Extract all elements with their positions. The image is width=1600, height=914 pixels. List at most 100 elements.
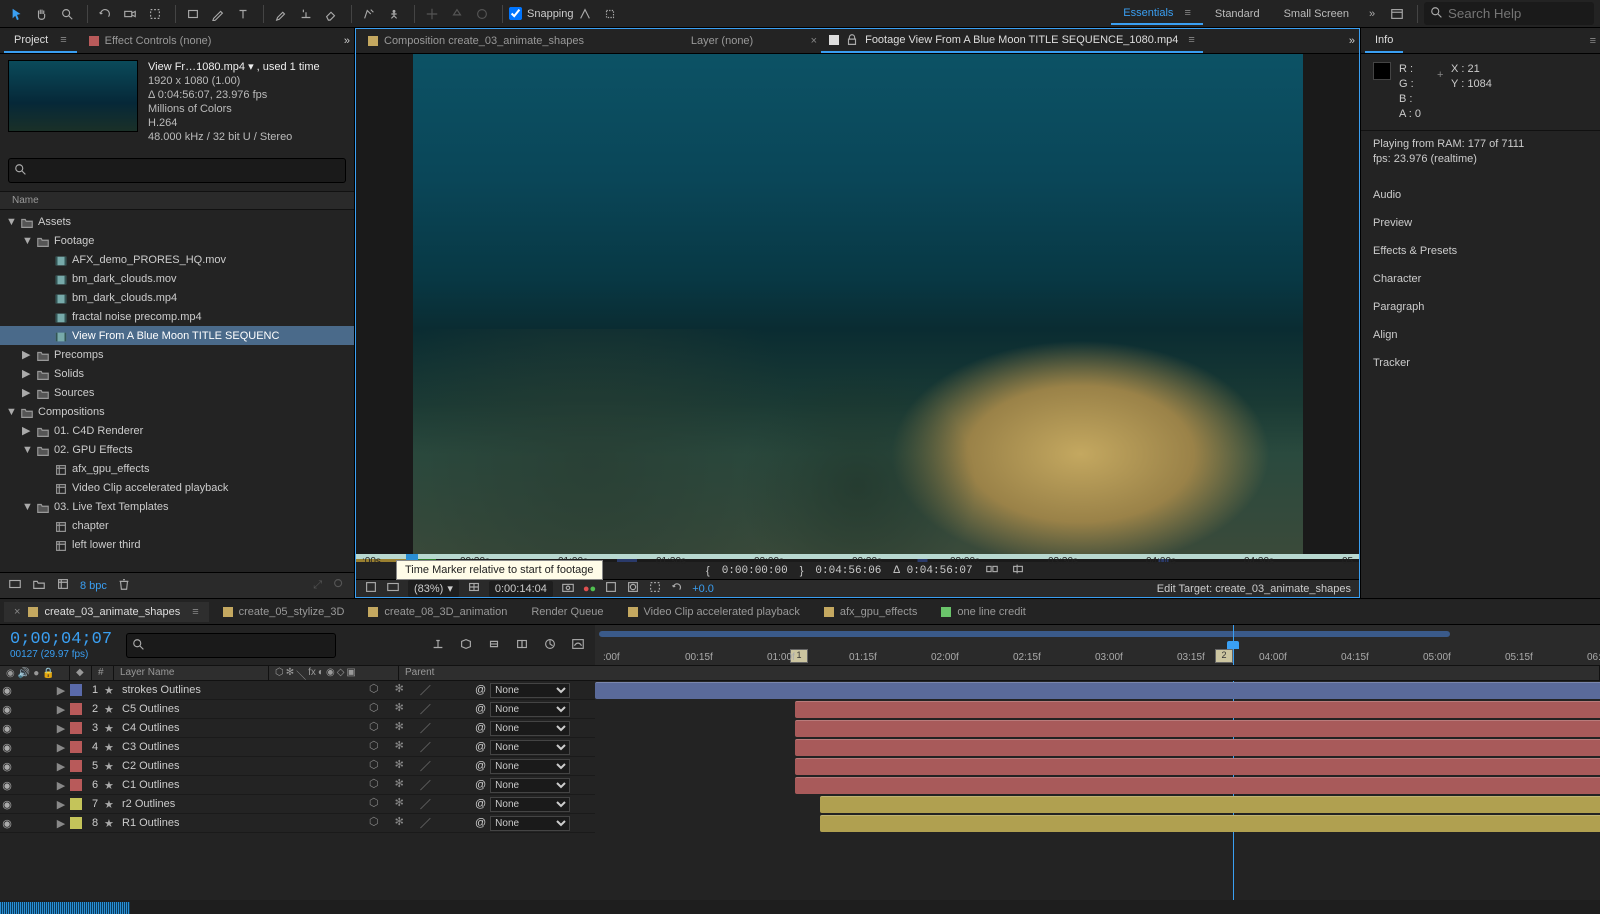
panel-overflow-icon[interactable]: » [344,35,350,47]
timeline-tab[interactable]: afx_gpu_effects [814,602,927,622]
draft3d-icon[interactable] [459,637,473,654]
layer-bar[interactable] [595,682,1600,699]
workspace-overflow-icon[interactable]: » [1361,3,1383,25]
timeline-layer[interactable]: ◉▶4★C3 Outlines⬡✻／@None [0,738,595,757]
tree-item[interactable]: ▼03. Live Text Templates [0,497,354,516]
tree-item[interactable]: bm_dark_clouds.mov [0,269,354,288]
ripple-insert-icon[interactable] [985,562,999,579]
shy-icon[interactable] [487,637,501,654]
type-tool-icon[interactable] [232,3,254,25]
twirl-icon[interactable]: ▶ [56,684,66,697]
tree-item[interactable]: afx_gpu_effects [0,459,354,478]
twirl-icon[interactable]: ▶ [56,760,66,773]
set-in-icon[interactable]: { [706,565,710,577]
timecode-display[interactable]: 0:00:14:04 [489,581,553,597]
set-out-icon[interactable]: } [800,565,804,577]
layer-bar[interactable] [820,796,1600,813]
rect-tool-icon[interactable] [182,3,204,25]
timeline-layer[interactable]: ◉▶7★r2 Outlines⬡✻／@None [0,795,595,814]
project-tab[interactable]: Project ≡ [4,29,77,53]
tree-item[interactable]: fractal noise precomp.mp4 [0,307,354,326]
reset-workspace-icon[interactable] [1386,3,1408,25]
visibility-toggle-icon[interactable]: ◉ [0,703,14,716]
local-axis-icon[interactable] [421,3,443,25]
layer-label[interactable] [70,798,82,810]
snapshot-icon[interactable] [561,580,575,597]
layer-label[interactable] [70,760,82,772]
close-tab-icon[interactable]: × [811,35,817,47]
delete-icon[interactable] [117,577,131,594]
twirl-icon[interactable]: ▶ [56,722,66,735]
timeline-timecode[interactable]: 0;00;04;07 [10,630,112,649]
search-icon[interactable] [332,577,346,594]
color-depth[interactable]: 8 bpc [80,580,107,592]
mask-icon[interactable] [626,580,640,597]
comp-mini-flowchart-icon[interactable] [431,637,445,654]
zoom-tool-icon[interactable] [56,3,78,25]
tree-item[interactable]: ▼Compositions [0,402,354,421]
world-axis-icon[interactable] [446,3,468,25]
collapsed-panel[interactable]: Effects & Presets [1361,237,1600,265]
new-folder-icon[interactable] [32,577,46,594]
timeline-tracks[interactable] [595,681,1600,900]
timeline-tab[interactable]: Render Queue [521,602,613,622]
search-help[interactable] [1424,2,1594,25]
layer-bar[interactable] [795,720,1600,737]
timeline-tab[interactable]: create_05_stylize_3D [213,602,355,622]
layer-label[interactable] [70,779,82,791]
parent-dropdown[interactable]: None [490,759,570,774]
layer-tab[interactable]: Layer (none) [683,31,761,51]
parent-dropdown[interactable]: None [490,702,570,717]
pickwhip-icon[interactable]: @ [475,760,486,772]
project-search-input[interactable] [8,158,346,183]
effect-controls-tab[interactable]: Effect Controls (none) [79,30,222,52]
label-col-icon[interactable]: ◆ [76,667,84,678]
interpret-footage-icon[interactable] [8,577,22,594]
asset-thumbnail[interactable] [8,60,138,132]
parent-dropdown[interactable]: None [490,683,570,698]
footage-ruler[interactable]: :00s00:30s01:00s01:30s02:00s02:30s03:00s… [356,554,1359,559]
overlay-edit-icon[interactable] [1011,562,1025,579]
collapsed-panel[interactable]: Preview [1361,209,1600,237]
composition-tab[interactable]: Composition create_03_animate_shapes [360,31,592,51]
pickwhip-icon[interactable]: @ [475,779,486,791]
workspace-small-screen[interactable]: Small Screen [1272,4,1361,24]
flowchart-icon[interactable]: ⤢ [313,579,322,592]
region-icon[interactable] [648,580,662,597]
graph-editor-icon[interactable] [571,637,585,654]
panel-menu-icon[interactable]: ≡ [1590,35,1596,47]
brush-tool-icon[interactable] [270,3,292,25]
hand-tool-icon[interactable] [31,3,53,25]
timeline-search-input[interactable] [126,633,336,658]
timeline-layer[interactable]: ◉▶3★C4 Outlines⬡✻／@None [0,719,595,738]
in-point[interactable]: 0:00:00:00 [722,565,788,577]
twirl-icon[interactable]: ▶ [56,779,66,792]
audio-col-icon[interactable]: 🔊 [18,668,30,679]
visibility-toggle-icon[interactable]: ◉ [0,817,14,830]
tree-item[interactable]: left lower third [0,535,354,554]
layer-bar[interactable] [795,758,1600,775]
pickwhip-icon[interactable]: @ [475,722,486,734]
parent-dropdown[interactable]: None [490,721,570,736]
camera-tool-icon[interactable] [119,3,141,25]
twirl-icon[interactable]: ▶ [56,817,66,830]
project-column-header[interactable]: Name [0,191,354,210]
tree-item[interactable]: ▶01. C4D Renderer [0,421,354,440]
pickwhip-icon[interactable]: @ [475,684,486,696]
view-axis-icon[interactable] [471,3,493,25]
visibility-toggle-icon[interactable]: ◉ [0,760,14,773]
tree-item[interactable]: Video Clip accelerated playback [0,478,354,497]
layer-label[interactable] [70,722,82,734]
workspace-standard[interactable]: Standard [1203,4,1272,24]
viewer-canvas[interactable] [356,54,1359,554]
visibility-toggle-icon[interactable]: ◉ [0,722,14,735]
snap-options-icon[interactable] [574,3,596,25]
snap-bounds-icon[interactable] [599,3,621,25]
rotate-tool-icon[interactable] [94,3,116,25]
alpha-toggle-icon[interactable] [364,580,378,597]
visibility-toggle-icon[interactable]: ◉ [0,798,14,811]
layer-label[interactable] [70,817,82,829]
layer-label[interactable] [70,703,82,715]
timeline-layer[interactable]: ◉▶2★C5 Outlines⬡✻／@None [0,700,595,719]
channel-icon[interactable]: ●● [583,583,596,595]
